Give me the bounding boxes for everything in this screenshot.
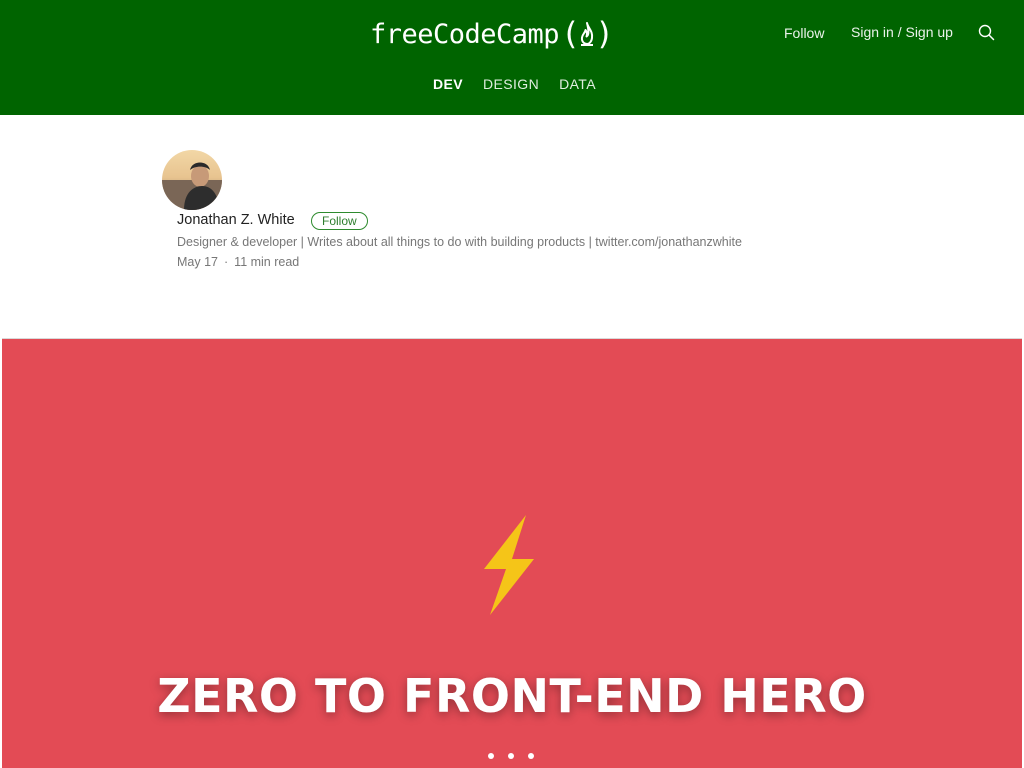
lightning-bolt-icon [482,513,538,622]
follow-publication-link[interactable]: Follow [784,25,824,41]
post-date[interactable]: May 17 [177,255,218,269]
hero-dots [488,753,534,759]
signin-signup-link[interactable]: Sign in / Sign up [851,24,953,40]
logo-text: freeCodeCamp [370,18,560,50]
hero-title: ZERO TO FRONT-END HERO [157,669,867,723]
dot [508,753,514,759]
tab-data[interactable]: DATA [559,76,596,92]
tab-dev[interactable]: DEV [433,76,463,92]
dot [528,753,534,759]
author-bio: Designer & developer | Writes about all … [177,235,742,249]
flame-icon: ( ) [561,15,614,52]
search-icon[interactable] [977,23,997,43]
author-avatar[interactable] [162,150,222,210]
site-logo[interactable]: freeCodeCamp ( ) [370,14,614,54]
site-header: freeCodeCamp ( ) Follow Sign in / Sign u… [0,0,1024,115]
meta-separator: · [224,255,229,269]
post-meta: May 17 · 11 min read [177,255,299,269]
hero-image: ZERO TO FRONT-END HERO [2,338,1022,768]
author-name[interactable]: Jonathan Z. White [177,212,295,228]
dot [488,753,494,759]
tab-design[interactable]: DESIGN [483,76,539,92]
follow-author-button[interactable]: Follow [311,212,368,230]
section-tabs: DEV DESIGN DATA [433,76,596,92]
read-time: 11 min read [234,255,300,269]
